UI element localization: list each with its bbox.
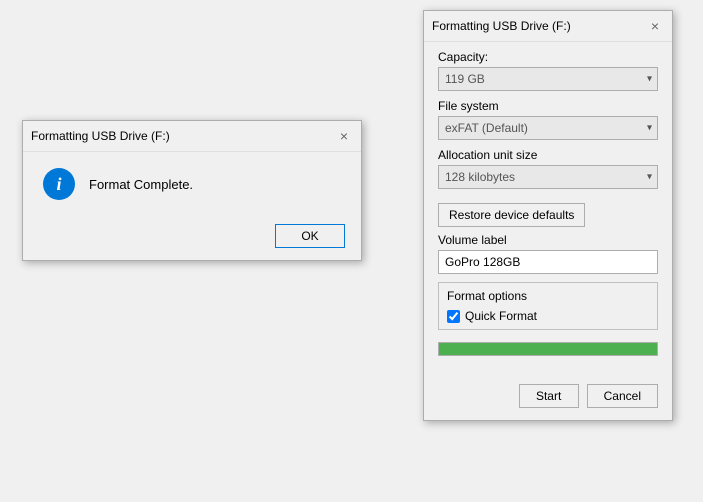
quick-format-label: Quick Format	[465, 309, 537, 323]
quick-format-row: Quick Format	[447, 309, 649, 323]
volume-label-label: Volume label	[438, 233, 658, 247]
complete-dialog: Formatting USB Drive (F:) × i Format Com…	[22, 120, 362, 261]
format-options-group: Format options Quick Format	[438, 282, 658, 330]
format-dialog-titlebar: Formatting USB Drive (F:) ×	[424, 11, 672, 42]
filesystem-select[interactable]: exFAT (Default)	[438, 116, 658, 140]
allocation-select-wrapper: 128 kilobytes	[438, 165, 658, 189]
format-dialog-footer: Start Cancel	[424, 376, 672, 420]
complete-dialog-titlebar: Formatting USB Drive (F:) ×	[23, 121, 361, 152]
complete-dialog-footer: OK	[23, 216, 361, 260]
volume-label-input[interactable]	[438, 250, 658, 274]
format-dialog-title: Formatting USB Drive (F:)	[432, 19, 571, 33]
allocation-group: Allocation unit size 128 kilobytes	[438, 148, 658, 189]
capacity-select[interactable]: 119 GB	[438, 67, 658, 91]
capacity-select-wrapper: 119 GB	[438, 67, 658, 91]
capacity-group: Capacity: 119 GB	[438, 50, 658, 91]
start-button[interactable]: Start	[519, 384, 579, 408]
complete-close-button[interactable]: ×	[335, 127, 353, 145]
ok-button[interactable]: OK	[275, 224, 345, 248]
complete-message: Format Complete.	[89, 177, 193, 192]
quick-format-checkbox[interactable]	[447, 310, 460, 323]
info-icon: i	[43, 168, 75, 200]
filesystem-label: File system	[438, 99, 658, 113]
filesystem-select-wrapper: exFAT (Default)	[438, 116, 658, 140]
format-dialog-body: Capacity: 119 GB File system exFAT (Defa…	[424, 42, 672, 376]
filesystem-group: File system exFAT (Default)	[438, 99, 658, 140]
restore-defaults-button[interactable]: Restore device defaults	[438, 203, 585, 227]
allocation-select[interactable]: 128 kilobytes	[438, 165, 658, 189]
cancel-button[interactable]: Cancel	[587, 384, 658, 408]
format-options-title: Format options	[447, 289, 649, 303]
format-close-button[interactable]: ×	[646, 17, 664, 35]
allocation-label: Allocation unit size	[438, 148, 658, 162]
progress-bar	[439, 343, 657, 355]
capacity-label: Capacity:	[438, 50, 658, 64]
complete-dialog-title: Formatting USB Drive (F:)	[31, 129, 170, 143]
format-dialog: Formatting USB Drive (F:) × Capacity: 11…	[423, 10, 673, 421]
progress-container	[438, 342, 658, 356]
volume-label-group: Volume label	[438, 233, 658, 274]
complete-dialog-body: i Format Complete.	[23, 152, 361, 216]
